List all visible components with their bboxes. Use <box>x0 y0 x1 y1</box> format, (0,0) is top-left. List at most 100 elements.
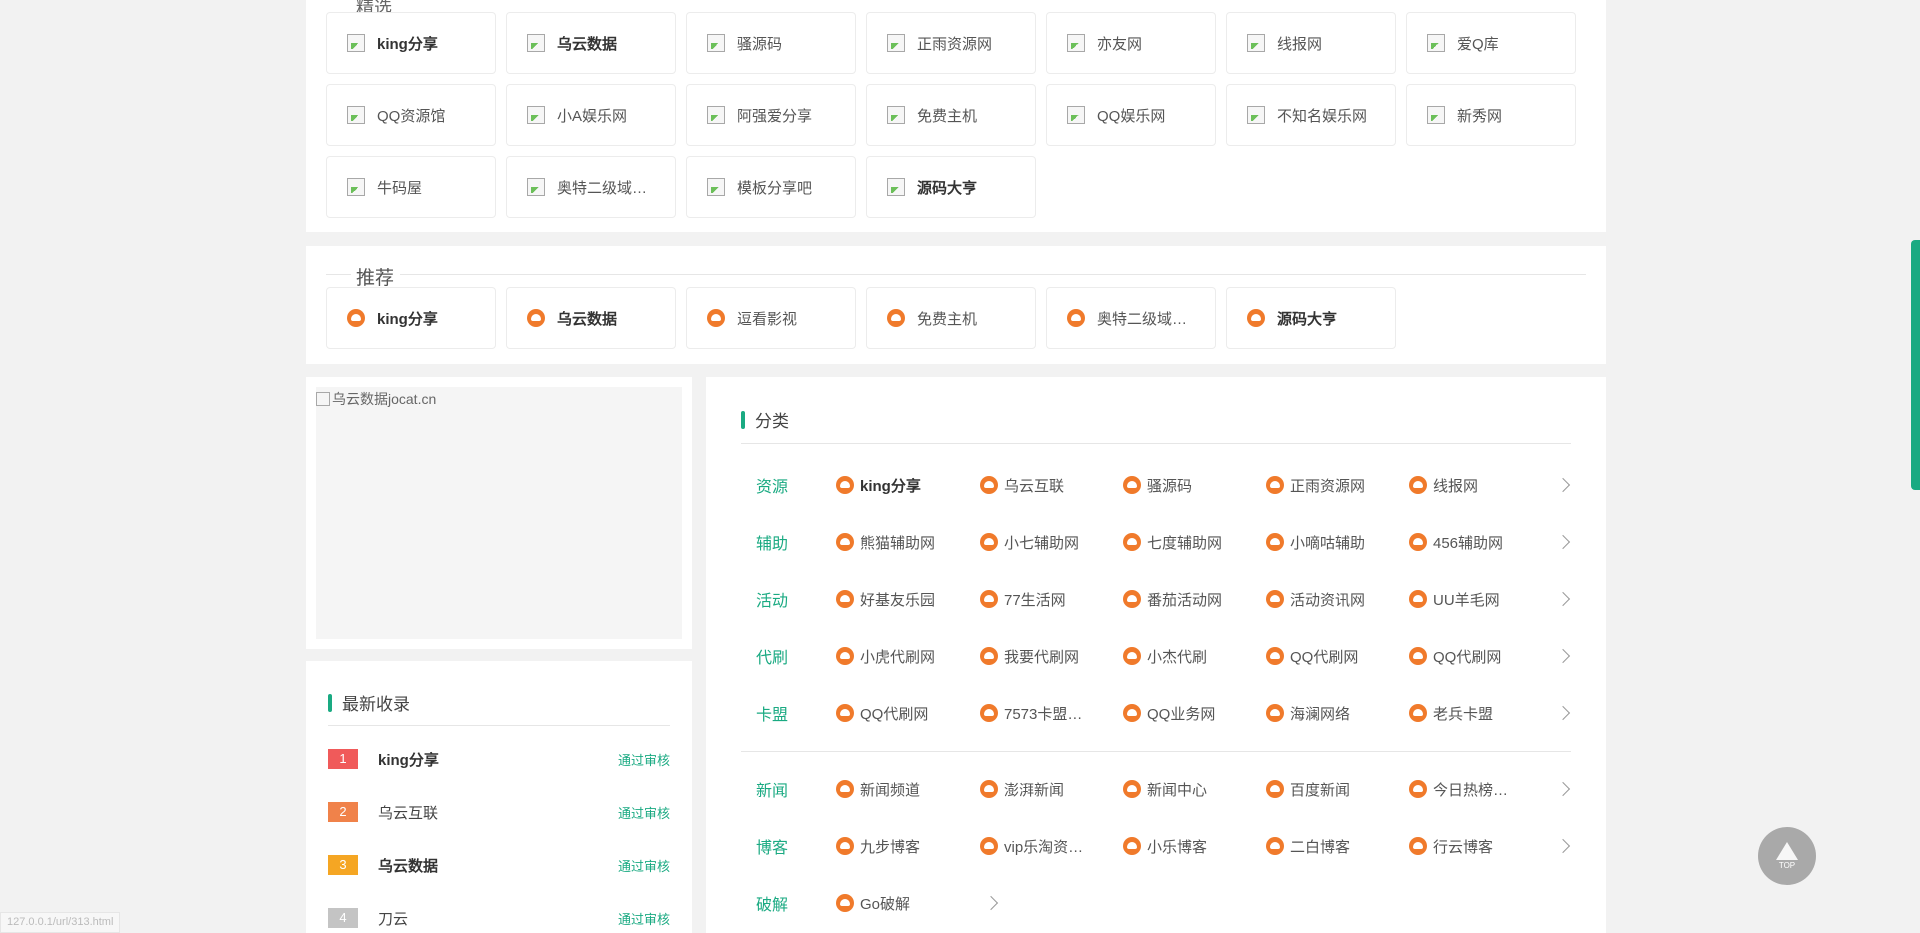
category-site-link[interactable]: Go破解 <box>836 893 910 914</box>
chevron-right-icon[interactable] <box>1555 705 1571 721</box>
featured-site-card[interactable]: QQ资源馆 <box>326 84 496 146</box>
back-to-top-button[interactable]: TOP <box>1758 827 1816 885</box>
site-name-link[interactable]: 乌云数据 <box>378 855 618 876</box>
featured-site-card[interactable]: 乌云数据 <box>506 12 676 74</box>
category-site-link[interactable]: 新闻频道 <box>836 779 920 800</box>
category-site-link[interactable]: 新闻中心 <box>1123 779 1207 800</box>
category-site-link[interactable]: 澎湃新闻 <box>980 779 1064 800</box>
chevron-right-icon[interactable] <box>1555 534 1571 550</box>
featured-site-card[interactable]: 小A娱乐网 <box>506 84 676 146</box>
category-row: 破解 Go破解 <box>706 883 1606 923</box>
featured-site-card[interactable]: 模板分享吧 <box>686 156 856 218</box>
category-name-link[interactable]: 代刷 <box>756 644 788 668</box>
featured-site-card[interactable]: 骚源码 <box>686 12 856 74</box>
category-site-link[interactable]: king分享 <box>836 475 921 496</box>
featured-site-card[interactable]: 正雨资源网 <box>866 12 1036 74</box>
site-label: 澎湃新闻 <box>1004 781 1065 799</box>
chevron-right-icon[interactable] <box>983 895 999 911</box>
category-site-link[interactable]: 小七辅助网 <box>980 532 1079 553</box>
featured-site-card[interactable]: 免费主机 <box>866 84 1036 146</box>
scrollbar-thumb[interactable] <box>1911 240 1920 490</box>
category-site-link[interactable]: 小虎代刷网 <box>836 646 935 667</box>
site-name-link[interactable]: 刀云 <box>378 908 618 929</box>
featured-site-card[interactable]: 爱Q库 <box>1406 12 1576 74</box>
category-name-link[interactable]: 新闻 <box>756 777 788 801</box>
category-site-link[interactable]: 线报网 <box>1409 475 1478 496</box>
recommended-site-card[interactable]: 奥特二级域… <box>1046 287 1216 349</box>
chevron-right-icon[interactable] <box>1555 838 1571 854</box>
category-site-link[interactable]: QQ代刷网 <box>836 703 928 724</box>
category-site-link[interactable]: UU羊毛网 <box>1409 589 1500 610</box>
ad-banner[interactable]: 乌云数据jocat.cn <box>316 387 682 639</box>
category-site-link[interactable]: 正雨资源网 <box>1266 475 1365 496</box>
broken-image-icon <box>347 178 365 196</box>
featured-site-card[interactable]: 线报网 <box>1226 12 1396 74</box>
recommended-site-card[interactable]: 乌云数据 <box>506 287 676 349</box>
site-logo-icon <box>1409 476 1427 494</box>
category-site-link[interactable]: QQ业务网 <box>1123 703 1215 724</box>
category-title-text: 分类 <box>755 412 789 431</box>
chevron-right-icon[interactable] <box>1555 648 1571 664</box>
category-site-link[interactable]: 小杰代刷 <box>1123 646 1207 667</box>
ad-image[interactable]: 乌云数据jocat.cn <box>316 389 436 409</box>
newest-list-item[interactable]: 2 乌云互联 通过审核 <box>328 798 670 826</box>
category-site-link[interactable]: 熊猫辅助网 <box>836 532 935 553</box>
site-logo-icon <box>836 647 854 665</box>
category-name-link[interactable]: 资源 <box>756 473 788 497</box>
category-site-link[interactable]: 七度辅助网 <box>1123 532 1222 553</box>
newest-list-item[interactable]: 3 乌云数据 通过审核 <box>328 851 670 879</box>
newest-list-item[interactable]: 4 刀云 通过审核 <box>328 904 670 932</box>
newest-list-item[interactable]: 1 king分享 通过审核 <box>328 745 670 773</box>
featured-site-card[interactable]: 源码大亨 <box>866 156 1036 218</box>
category-name-link[interactable]: 博客 <box>756 834 788 858</box>
category-site-link[interactable]: 今日热榜官网 <box>1409 779 1513 800</box>
featured-site-card[interactable]: QQ娱乐网 <box>1046 84 1216 146</box>
category-site-link[interactable]: 小乐博客 <box>1123 836 1207 857</box>
category-site-link[interactable]: 九步博客 <box>836 836 920 857</box>
category-site-link[interactable]: 好基友乐园 <box>836 589 935 610</box>
category-site-link[interactable]: 行云博客 <box>1409 836 1493 857</box>
chevron-right-icon[interactable] <box>1555 477 1571 493</box>
category-name-link[interactable]: 破解 <box>756 891 788 915</box>
chevron-right-icon[interactable] <box>1555 781 1571 797</box>
category-site-link[interactable]: 老兵卡盟 <box>1409 703 1493 724</box>
category-site-link[interactable]: 77生活网 <box>980 589 1066 610</box>
site-name-link[interactable]: king分享 <box>378 749 618 770</box>
category-site-link[interactable]: 活动资讯网 <box>1266 589 1365 610</box>
featured-site-card[interactable]: 不知名娱乐网 <box>1226 84 1396 146</box>
category-site-link[interactable]: 乌云互联 <box>980 475 1064 496</box>
featured-site-card[interactable]: 亦友网 <box>1046 12 1216 74</box>
title-accent-bar <box>328 693 332 712</box>
broken-image-icon <box>1427 106 1445 124</box>
category-site-link[interactable]: QQ代刷网 <box>1409 646 1501 667</box>
rank-badge: 4 <box>328 908 358 928</box>
category-site-link[interactable]: 小嘀咕辅助 <box>1266 532 1365 553</box>
card-label: QQ娱乐网 <box>1097 107 1166 125</box>
category-site-link[interactable]: QQ代刷网 <box>1266 646 1358 667</box>
category-site-link[interactable]: 我要代刷网 <box>980 646 1079 667</box>
recommended-site-card[interactable]: 免费主机 <box>866 287 1036 349</box>
category-site-link[interactable]: 7573卡盟平台 <box>980 703 1084 724</box>
category-name-link[interactable]: 辅助 <box>756 530 788 554</box>
review-status: 通过审核 <box>617 752 670 768</box>
category-site-link[interactable]: vip乐淘资… <box>980 836 1083 857</box>
category-site-link[interactable]: 二白博客 <box>1266 836 1350 857</box>
featured-site-card[interactable]: 牛码屋 <box>326 156 496 218</box>
category-name-link[interactable]: 活动 <box>756 587 788 611</box>
category-site-link[interactable]: 海澜网络 <box>1266 703 1350 724</box>
category-site-link[interactable]: 百度新闻 <box>1266 779 1350 800</box>
category-site-link[interactable]: 骚源码 <box>1123 475 1192 496</box>
featured-site-card[interactable]: 新秀网 <box>1406 84 1576 146</box>
featured-site-card[interactable]: king分享 <box>326 12 496 74</box>
site-label: 今日热榜官网 <box>1433 781 1513 799</box>
site-name-link[interactable]: 乌云互联 <box>378 802 618 823</box>
recommended-site-card[interactable]: 逗看影视 <box>686 287 856 349</box>
featured-site-card[interactable]: 阿强爱分享 <box>686 84 856 146</box>
category-name-link[interactable]: 卡盟 <box>756 701 788 725</box>
chevron-right-icon[interactable] <box>1555 591 1571 607</box>
category-site-link[interactable]: 番茄活动网 <box>1123 589 1222 610</box>
recommended-site-card[interactable]: 源码大亨 <box>1226 287 1396 349</box>
recommended-site-card[interactable]: king分享 <box>326 287 496 349</box>
category-site-link[interactable]: 456辅助网 <box>1409 532 1503 553</box>
featured-site-card[interactable]: 奥特二级域… <box>506 156 676 218</box>
